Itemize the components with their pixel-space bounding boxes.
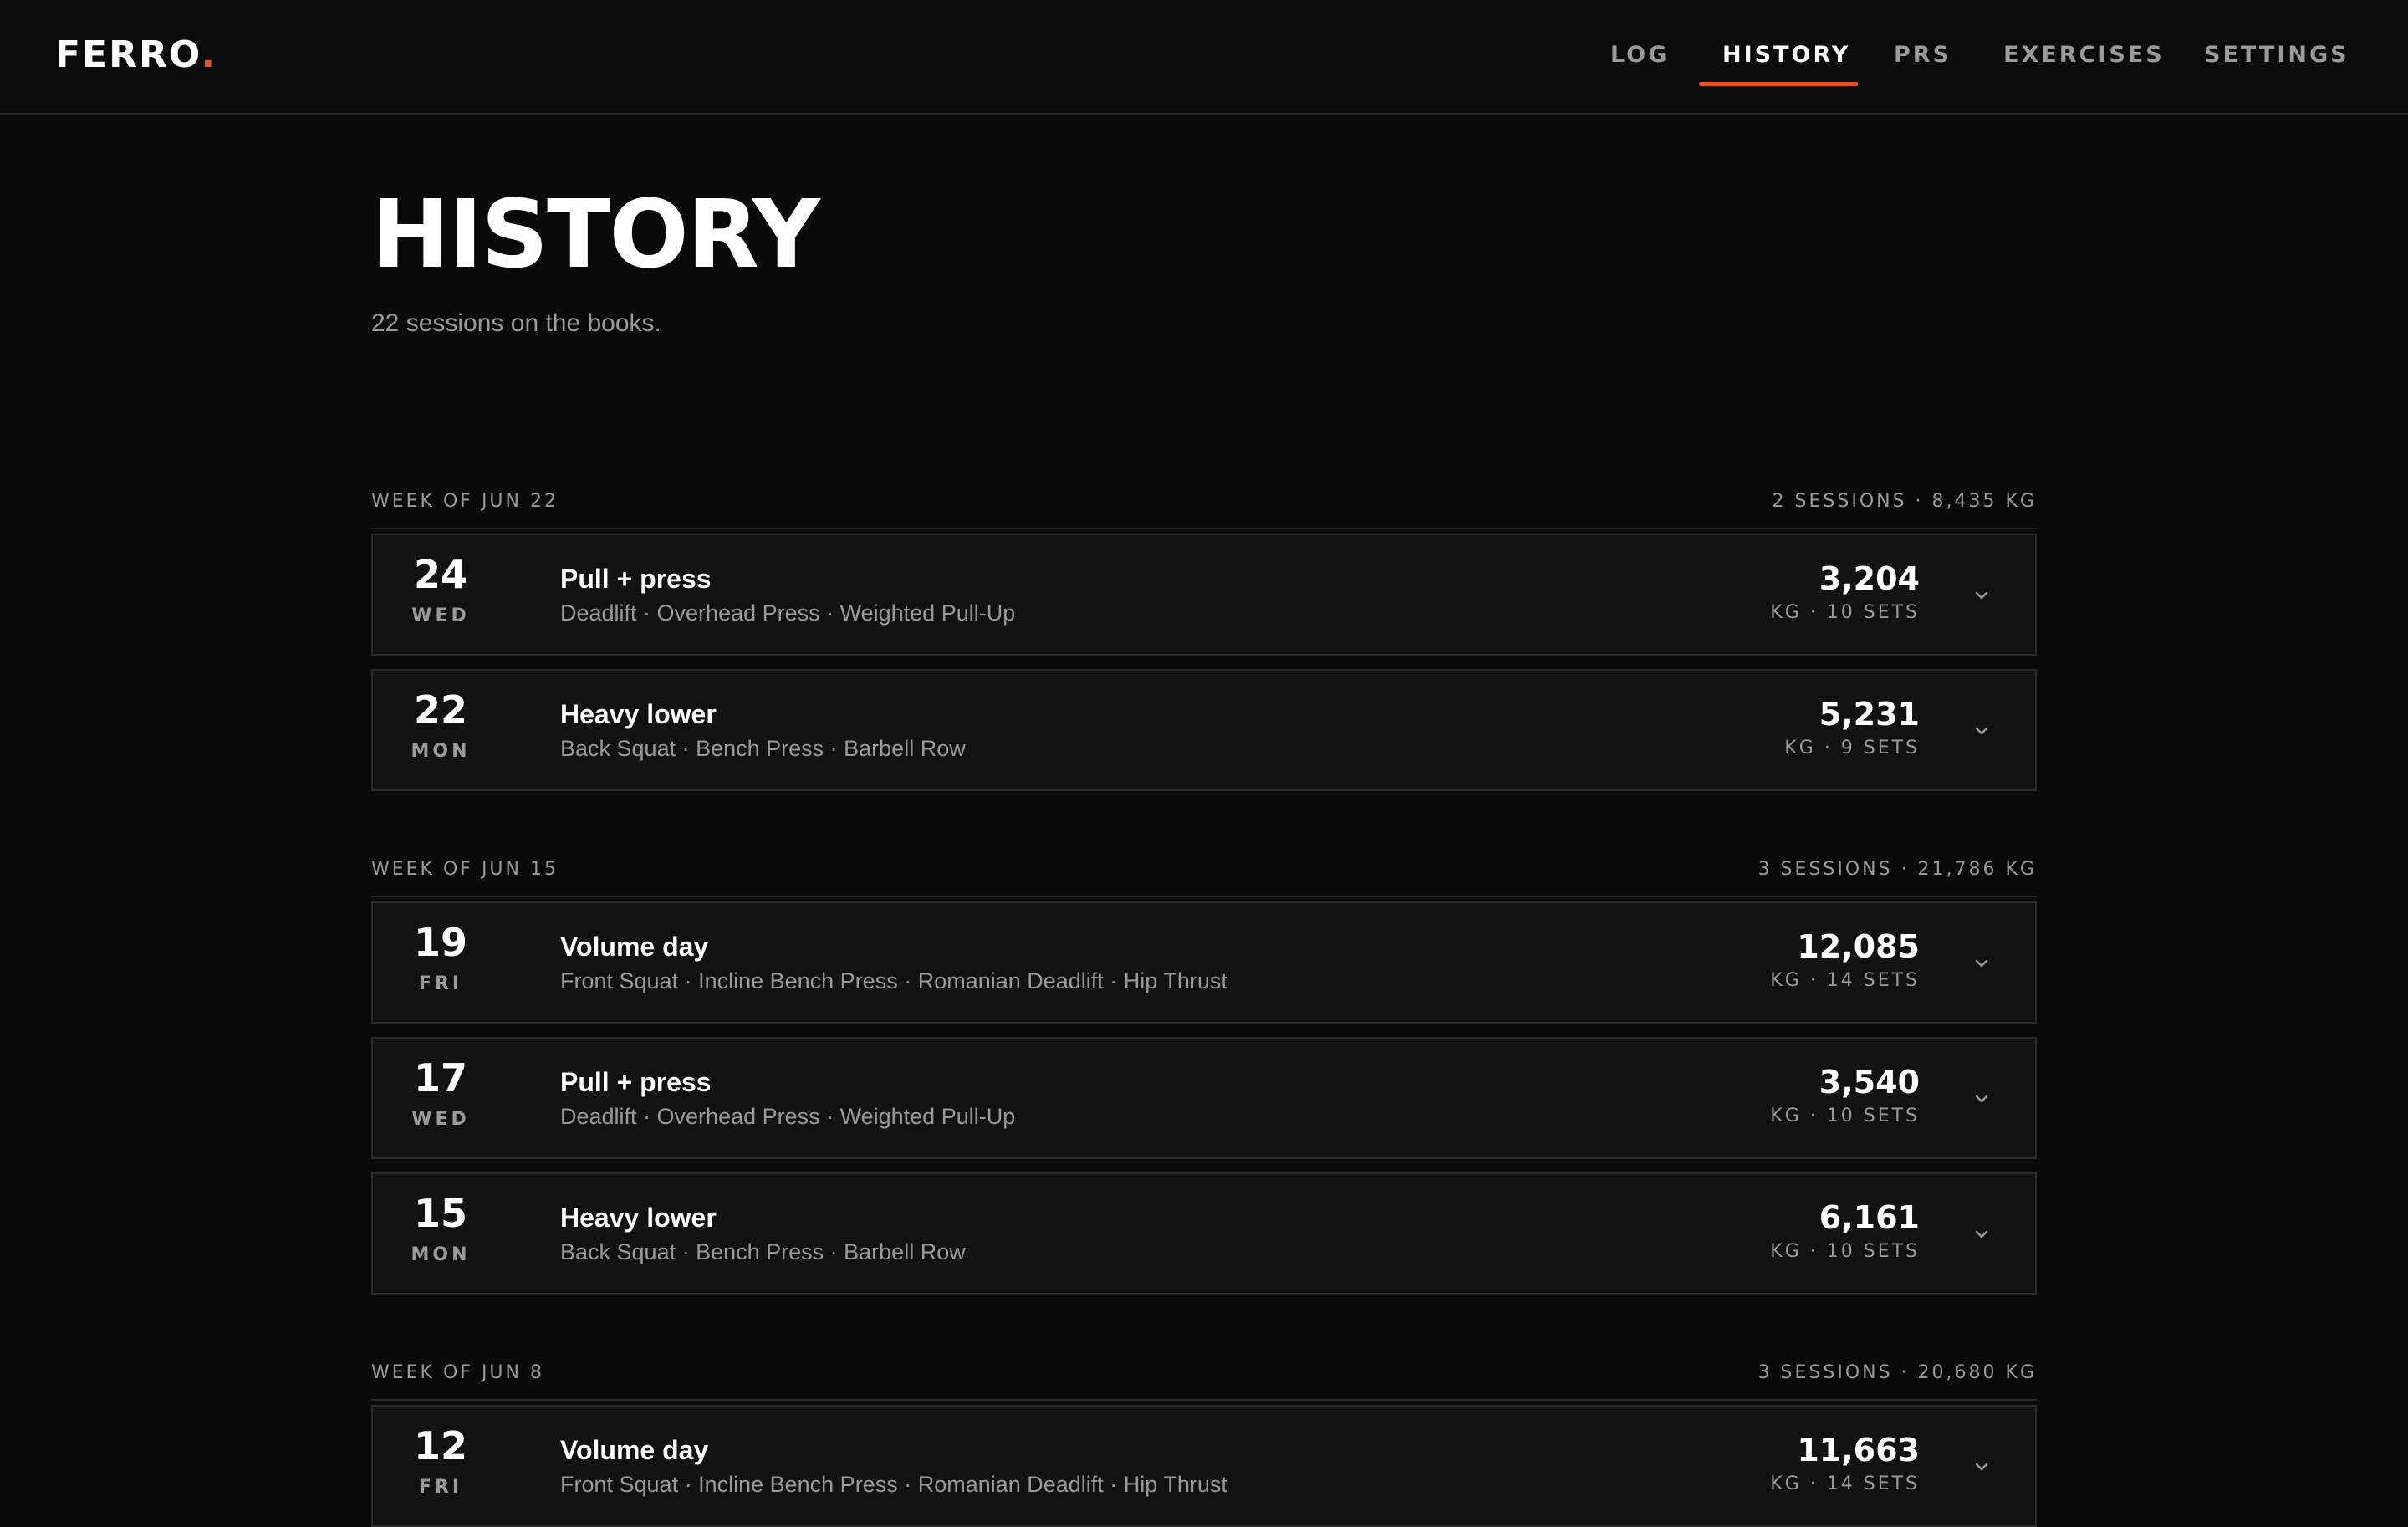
week-summary: 3 SESSIONS · 20,680 KG	[1758, 1362, 2037, 1383]
chevron-down-icon[interactable]	[1972, 1224, 1992, 1244]
session-row[interactable]: 17 WED Pull + press Deadlift · Overhead …	[371, 1037, 2037, 1159]
session-day-name: WED	[411, 605, 470, 626]
chevron-down-icon[interactable]	[1972, 953, 1992, 973]
session-exercises: Front Squat · Incline Bench Press · Roma…	[560, 968, 1227, 993]
session-day-number: 17	[413, 1055, 467, 1101]
session-exercises: Front Squat · Incline Bench Press · Roma…	[560, 1472, 1227, 1497]
session-day-name: WED	[411, 1109, 470, 1130]
session-exercises: Back Squat · Bench Press · Barbell Row	[560, 1239, 966, 1264]
active-tab-indicator	[1699, 82, 1858, 86]
session-name: Volume day	[560, 1435, 709, 1465]
week-summary: 3 SESSIONS · 21,786 KG	[1758, 859, 2037, 880]
session-day-number: 19	[413, 920, 467, 965]
nav-item-settings[interactable]: SETTINGS	[2204, 42, 2349, 68]
session-meta: KG · 10 SETS	[1770, 1106, 1920, 1126]
page-subtitle: 22 sessions on the books.	[371, 309, 661, 337]
session-volume: 5,231	[1819, 696, 1920, 733]
week-label: WEEK OF JUN 22	[371, 491, 559, 512]
session-name: Heavy lower	[560, 699, 717, 729]
session-exercises: Back Squat · Bench Press · Barbell Row	[560, 736, 966, 761]
week-header: WEEK OF JUN 15 3 SESSIONS · 21,786 KG	[371, 844, 2037, 897]
session-day-name: MON	[411, 741, 471, 762]
week-header: WEEK OF JUN 22 2 SESSIONS · 8,435 KG	[371, 476, 2037, 529]
session-name: Pull + press	[560, 1067, 712, 1097]
main-nav: LOG HISTORY PRS EXERCISES SETTINGS	[0, 0, 2408, 115]
nav-item-log[interactable]: LOG	[1610, 42, 1669, 68]
session-row[interactable]: 15 MON Heavy lower Back Squat · Bench Pr…	[371, 1172, 2037, 1295]
session-exercises: Deadlift · Overhead Press · Weighted Pul…	[560, 600, 1016, 626]
session-day-number: 22	[413, 687, 467, 733]
session-meta: KG · 9 SETS	[1784, 738, 1920, 758]
session-volume: 11,663	[1797, 1432, 1920, 1468]
session-day-name: MON	[411, 1244, 471, 1265]
week-header: WEEK OF JUN 8 3 SESSIONS · 20,680 KG	[371, 1347, 2037, 1401]
session-day-number: 12	[413, 1423, 467, 1468]
session-row[interactable]: 24 WED Pull + press Deadlift · Overhead …	[371, 534, 2037, 656]
session-volume: 3,540	[1819, 1064, 1920, 1101]
session-day-name: FRI	[418, 973, 463, 994]
session-meta: KG · 14 SETS	[1770, 970, 1920, 991]
session-volume: 3,204	[1819, 560, 1920, 597]
nav-item-history[interactable]: HISTORY	[1722, 42, 1850, 68]
session-row[interactable]: 12 FRI Volume day Front Squat · Incline …	[371, 1405, 2037, 1527]
session-day-number: 24	[413, 552, 467, 597]
week-summary: 2 SESSIONS · 8,435 KG	[1772, 491, 2037, 512]
session-meta: KG · 10 SETS	[1770, 602, 1920, 623]
session-meta: KG · 10 SETS	[1770, 1241, 1920, 1262]
week-label: WEEK OF JUN 15	[371, 859, 559, 880]
nav-item-prs[interactable]: PRS	[1894, 42, 1951, 68]
session-exercises: Deadlift · Overhead Press · Weighted Pul…	[560, 1104, 1016, 1129]
session-row[interactable]: 22 MON Heavy lower Back Squat · Bench Pr…	[371, 669, 2037, 791]
session-row[interactable]: 19 FRI Volume day Front Squat · Incline …	[371, 901, 2037, 1024]
session-name: Pull + press	[560, 564, 712, 594]
top-bar: FERRO. LOG HISTORY PRS EXERCISES SETTING…	[0, 0, 2408, 115]
session-day-name: FRI	[418, 1477, 463, 1498]
session-name: Volume day	[560, 932, 709, 962]
session-volume: 12,085	[1797, 928, 1920, 965]
session-day-number: 15	[413, 1191, 467, 1236]
chevron-down-icon[interactable]	[1972, 1457, 1992, 1477]
session-volume: 6,161	[1819, 1199, 1920, 1236]
session-name: Heavy lower	[560, 1203, 717, 1233]
chevron-down-icon[interactable]	[1972, 721, 1992, 741]
nav-item-exercises[interactable]: EXERCISES	[2003, 42, 2165, 68]
week-label: WEEK OF JUN 8	[371, 1362, 544, 1383]
session-meta: KG · 14 SETS	[1770, 1473, 1920, 1494]
chevron-down-icon[interactable]	[1972, 1089, 1992, 1109]
page-title: HISTORY	[371, 181, 820, 289]
chevron-down-icon[interactable]	[1972, 585, 1992, 605]
